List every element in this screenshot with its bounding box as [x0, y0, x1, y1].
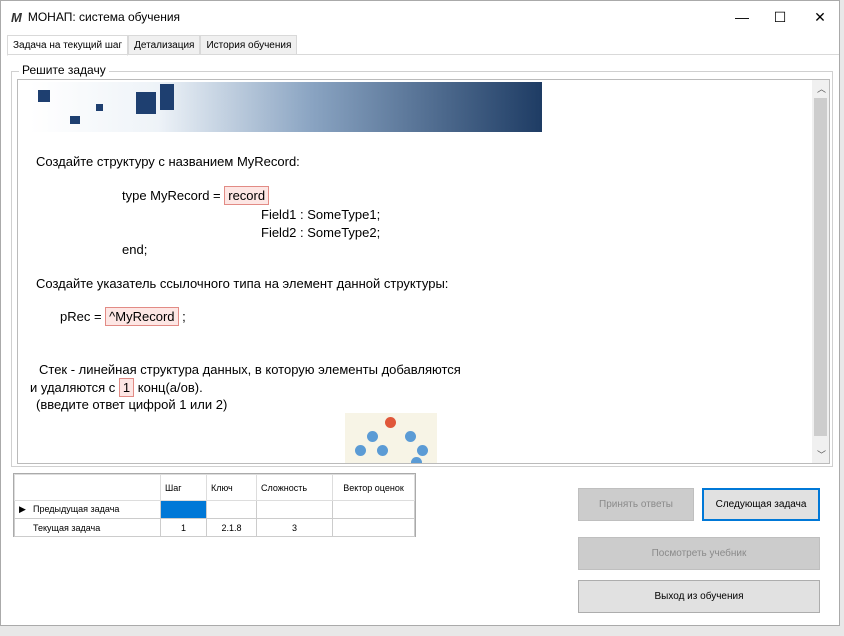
title-bar: M МОНАП: система обучения — ☐ ✕ [1, 1, 839, 33]
cell-step[interactable]: 1 [160, 518, 207, 537]
cell-vector[interactable] [332, 518, 415, 537]
end-text: end; [122, 242, 148, 257]
semicolon: ; [178, 309, 186, 324]
view-textbook-button[interactable]: Посмотреть учебник [578, 537, 820, 570]
task-line-4: и удаляются с 1 конц(а/ов). [30, 378, 203, 397]
task-text-4b: конц(а/ов). [134, 380, 203, 395]
task-grid: Шаг Ключ Сложность Вектор оценок ▶ Предыд… [13, 473, 416, 537]
grid-header-vector: Вектор оценок [332, 474, 415, 501]
accept-answers-button[interactable]: Принять ответы [578, 488, 694, 521]
banner-image [30, 82, 542, 132]
grid-header-blank [14, 474, 161, 501]
prec-line: pRec = ^MyRecord ; [60, 307, 186, 326]
type-prefix: type MyRecord = [122, 188, 225, 203]
table-row[interactable]: ▶ Предыдущая задача [14, 500, 415, 519]
tab-history[interactable]: История обучения [200, 35, 298, 55]
app-logo-icon: M [11, 9, 22, 25]
field1-text: Field1 : SomeType1; [261, 207, 381, 222]
scrollbar-thumb[interactable] [814, 98, 827, 436]
tab-current-task[interactable]: Задача на текущий шаг [7, 35, 129, 56]
scroll-up-icon[interactable]: ︿ [817, 82, 826, 95]
cell-vector[interactable] [332, 500, 415, 519]
tree-image [345, 413, 437, 463]
group-label: Решите задачу [19, 63, 109, 77]
type-line: type MyRecord = record [122, 186, 270, 205]
main-window: M МОНАП: система обучения — ☐ ✕ Задача н… [0, 0, 840, 626]
field2-text: Field2 : SomeType2; [261, 225, 381, 240]
cell-key[interactable] [206, 500, 257, 519]
grid-header-complexity: Сложность [256, 474, 333, 501]
selected-cell[interactable] [160, 500, 207, 519]
cell-key[interactable]: 2.1.8 [206, 518, 257, 537]
scroll-down-icon[interactable]: ﹀ [817, 448, 826, 461]
grid-header-key: Ключ [206, 474, 257, 501]
cell-complexity[interactable] [256, 500, 333, 519]
cell-complexity[interactable]: 3 [256, 518, 333, 537]
close-button[interactable]: ✕ [797, 1, 843, 33]
tab-strip: Задача на текущий шаг Детализация Истори… [7, 35, 298, 56]
tab-details[interactable]: Детализация [128, 35, 201, 55]
prec-label: pRec = [60, 309, 106, 324]
exit-training-button[interactable]: Выход из обучения [578, 580, 820, 613]
window-title: МОНАП: система обучения [27, 10, 181, 24]
task-text-1: Создайте структуру с названием MyRecord: [36, 154, 300, 169]
answer-input-1[interactable]: record [224, 186, 270, 205]
row-label: Текущая задача [14, 518, 161, 537]
vertical-scrollbar[interactable]: ︿ ﹀ [812, 80, 829, 463]
answer-input-3[interactable]: 1 [118, 378, 135, 397]
task-view: Создайте структуру с названием MyRecord:… [17, 79, 830, 464]
grid-header-step: Шаг [160, 474, 207, 501]
next-task-button[interactable]: Следующая задача [702, 488, 820, 521]
answer-input-2[interactable]: ^MyRecord [105, 307, 179, 326]
task-hint: (введите ответ цифрой 1 или 2) [36, 397, 228, 412]
table-row[interactable]: Текущая задача 1 2.1.8 3 [14, 518, 415, 537]
task-text-4a: и удаляются с [30, 380, 119, 395]
task-text-3: Стек - линейная структура данных, в кото… [39, 362, 461, 377]
task-text-2: Создайте указатель ссылочного типа на эл… [36, 276, 449, 291]
row-label: ▶ Предыдущая задача [14, 500, 161, 519]
